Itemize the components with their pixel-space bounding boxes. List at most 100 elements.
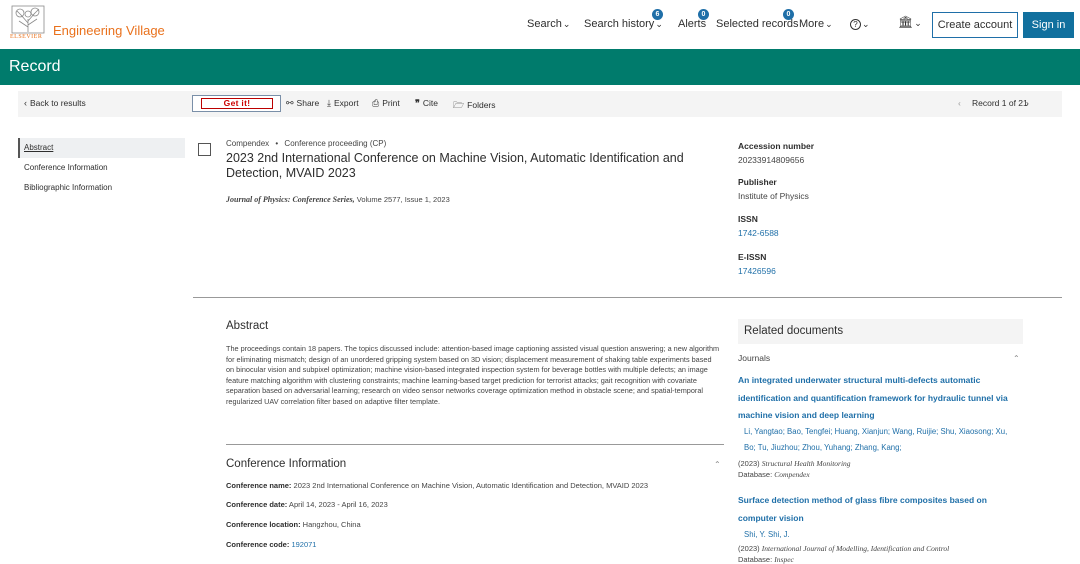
- chevron-left-icon: ‹: [24, 98, 27, 108]
- folders-button[interactable]: 🗁 Folders: [453, 98, 496, 114]
- related-doc-year: (2023): [738, 544, 760, 553]
- folder-icon: 🗁: [453, 100, 465, 110]
- institution-menu[interactable]: 🏛⌄: [898, 15, 922, 29]
- related-doc-db-label: Database:: [738, 470, 773, 479]
- related-doc-db: Compendex: [774, 470, 810, 479]
- print-label: Print: [382, 98, 400, 108]
- chevron-up-icon[interactable]: ⌃: [1013, 354, 1020, 363]
- chevron-left-icon: ‹: [958, 98, 961, 108]
- cite-icon: ❞: [415, 98, 420, 108]
- conference-heading: Conference Information: [226, 458, 347, 470]
- conference-location-value: Hangzhou, China: [300, 520, 361, 529]
- nav-search[interactable]: Search⌄: [527, 18, 570, 30]
- get-it-button[interactable]: Get it!: [192, 95, 281, 112]
- help-icon: ?: [850, 19, 861, 30]
- cite-label: Cite: [422, 98, 438, 108]
- record-position: Record 1 of 21: [972, 98, 1028, 108]
- export-icon: ⤓: [327, 98, 331, 108]
- database-label: Compendex: [226, 139, 270, 148]
- publisher-block: Publisher Institute of Physics: [738, 177, 809, 201]
- elsevier-wordmark: ELSEVIER: [10, 34, 43, 40]
- accession-label: Accession number: [738, 141, 815, 151]
- related-doc-source: (2023) Structural Health Monitoring: [738, 459, 851, 468]
- issn-label: ISSN: [738, 214, 758, 224]
- eissn-block: E-ISSN 17426596: [738, 252, 776, 276]
- conference-name-label: Conference name:: [226, 481, 292, 490]
- back-label: Back to results: [30, 98, 86, 108]
- divider: [193, 297, 1062, 298]
- export-button[interactable]: ⤓ Export: [327, 98, 359, 109]
- record-toolbar: ‹ Back to results Get it! ⚯ Share ⤓ Export …: [18, 91, 1062, 117]
- section-nav-conference-information[interactable]: Conference Information: [18, 158, 185, 178]
- record-banner: Record: [0, 49, 1080, 85]
- issn-link[interactable]: 1742-6588: [738, 228, 779, 238]
- related-doc-title[interactable]: Surface detection method of glass fibre …: [738, 492, 1018, 527]
- related-doc-journal: Structural Health Monitoring: [761, 459, 851, 468]
- institution-icon: 🏛: [898, 15, 914, 29]
- record-source: Journal of Physics: Conference Series, V…: [226, 195, 450, 204]
- print-button[interactable]: ⎙ Print: [372, 98, 400, 109]
- related-doc-year: (2023): [738, 459, 760, 468]
- nav-search-history-label: Search history: [584, 18, 655, 30]
- accession-block: Accession number 20233914809656: [738, 141, 814, 165]
- conference-date-row: Conference date: April 14, 2023 - April …: [226, 500, 388, 509]
- conference-code-label: Conference code:: [226, 540, 290, 549]
- related-doc-db: Inspec: [774, 555, 794, 564]
- related-section-journals: Journals: [738, 353, 771, 363]
- alerts-badge: 0: [698, 9, 709, 20]
- section-nav-bibliographic-information[interactable]: Bibliographic Information: [18, 178, 185, 198]
- related-doc-journal: International Journal of Modelling, Iden…: [761, 544, 950, 553]
- related-doc-database: Database: Compendex: [738, 470, 810, 479]
- search-history-badge: 6: [652, 9, 663, 20]
- conference-name-row: Conference name: 2023 2nd International …: [226, 481, 648, 490]
- related-doc-authors[interactable]: Li, Yangtao; Bao, Tengfei; Huang, Xianju…: [744, 424, 1019, 456]
- selected-records-badge: 0: [783, 9, 794, 20]
- chevron-right-icon: ›: [1026, 98, 1029, 108]
- get-it-label: Get it!: [201, 98, 273, 109]
- sign-in-button[interactable]: Sign in: [1023, 12, 1074, 38]
- conference-code-row: Conference code: 192071: [226, 540, 316, 549]
- cite-button[interactable]: ❞ Cite: [415, 98, 438, 109]
- related-doc-database: Database: Inspec: [738, 555, 794, 564]
- conference-date-label: Conference date:: [226, 500, 288, 509]
- journal-name[interactable]: Journal of Physics: Conference Series,: [226, 195, 355, 204]
- help-menu[interactable]: ? ⌄: [850, 18, 870, 30]
- share-label: Share: [296, 98, 320, 108]
- folders-label: Folders: [467, 100, 496, 110]
- share-button[interactable]: ⚯ Share: [286, 98, 319, 109]
- chevron-down-icon: ⌄: [562, 19, 571, 29]
- issn-block: ISSN 1742-6588: [738, 214, 779, 238]
- related-doc-title[interactable]: An integrated underwater structural mult…: [738, 372, 1018, 425]
- conference-date-value: April 14, 2023 - April 16, 2023: [287, 500, 388, 509]
- nav-more-label: More: [799, 18, 825, 30]
- chevron-up-icon[interactable]: ⌃: [714, 460, 721, 469]
- doc-type-label: Conference proceeding (CP): [284, 139, 387, 148]
- back-to-results-link[interactable]: ‹ Back to results: [24, 98, 86, 108]
- conference-code-link[interactable]: 192071: [291, 540, 316, 549]
- share-icon: ⚯: [286, 98, 294, 108]
- previous-record-button[interactable]: ‹: [958, 98, 961, 108]
- accession-value: 20233914809656: [738, 155, 805, 165]
- related-documents-heading: Related documents: [744, 325, 844, 337]
- related-doc-db-label: Database:: [738, 555, 773, 564]
- nav-more[interactable]: More⌄: [799, 18, 833, 30]
- nav-search-history[interactable]: Search history⌄: [584, 18, 663, 30]
- volume-issue: Volume 2577, Issue 1, 2023: [354, 195, 450, 204]
- abstract-text: The proceedings contain 18 papers. The t…: [226, 344, 720, 406]
- conference-name-value: 2023 2nd International Conference on Mac…: [291, 481, 649, 490]
- abstract-heading: Abstract: [226, 320, 269, 332]
- next-record-button[interactable]: ›: [1026, 98, 1029, 108]
- section-nav-abstract[interactable]: Abstract: [18, 138, 185, 158]
- export-label: Export: [333, 98, 359, 108]
- page-title: Record: [9, 58, 61, 75]
- create-account-button[interactable]: Create account: [932, 12, 1018, 38]
- divider: [226, 444, 724, 445]
- select-record-checkbox[interactable]: [198, 143, 211, 156]
- eissn-link[interactable]: 17426596: [738, 266, 776, 276]
- top-header: ELSEVIER Engineering Village Search⌄ Sea…: [0, 0, 1080, 49]
- print-icon: ⎙: [372, 98, 380, 108]
- publisher-label: Publisher: [738, 177, 777, 187]
- brand-name[interactable]: Engineering Village: [53, 23, 165, 38]
- publisher-value: Institute of Physics: [738, 191, 809, 201]
- related-doc-authors[interactable]: Shi, Y. Shi, J.: [744, 527, 1019, 543]
